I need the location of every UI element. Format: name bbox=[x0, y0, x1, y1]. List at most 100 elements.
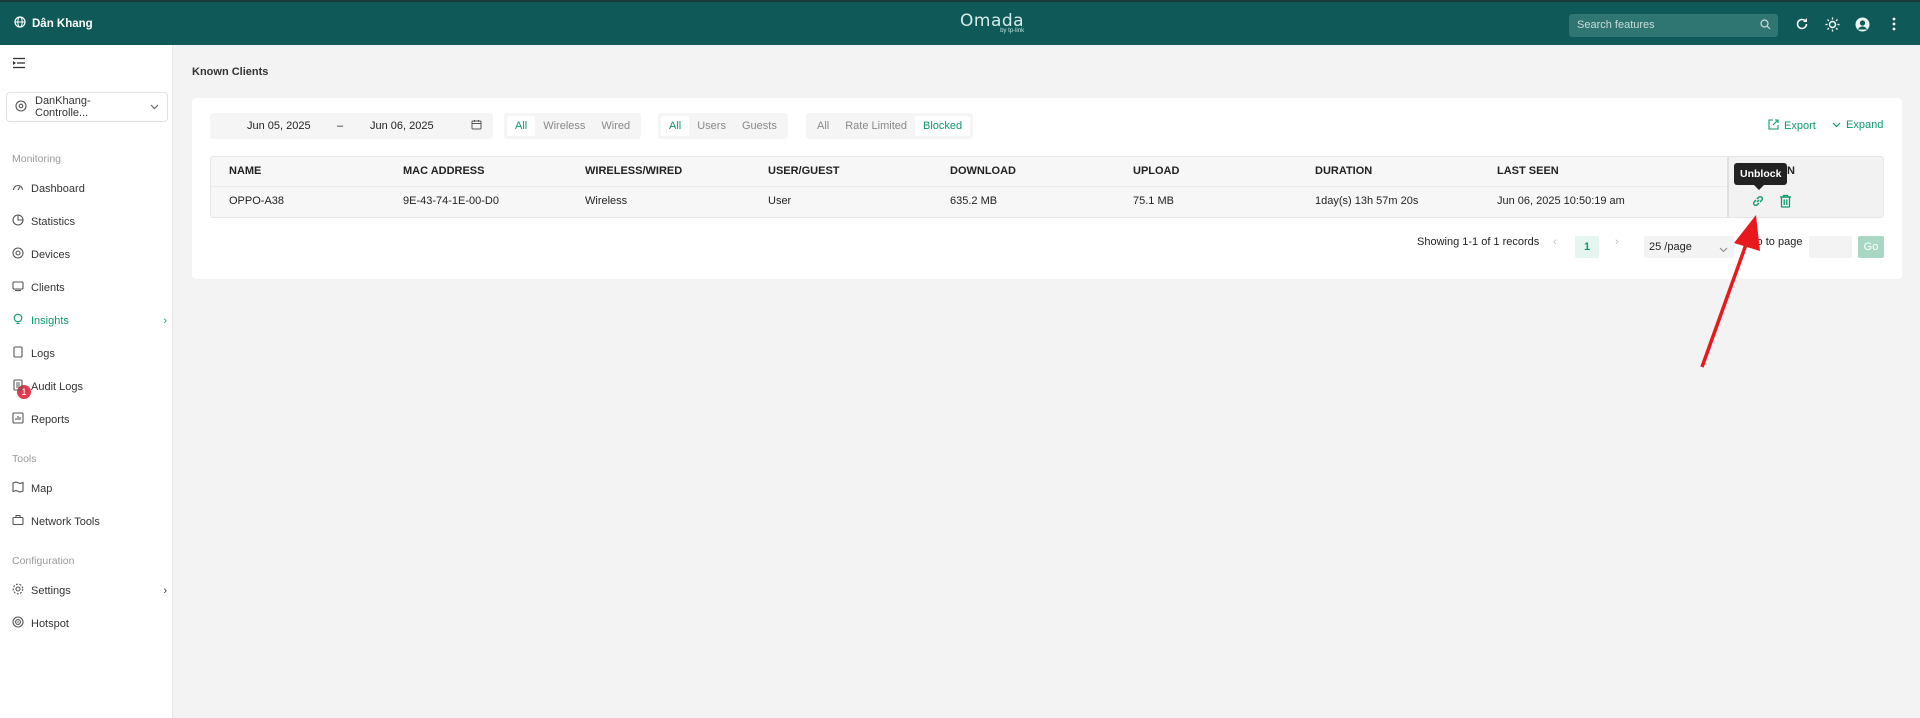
delete-trash-icon[interactable] bbox=[1779, 194, 1792, 211]
nav-devices-label: Devices bbox=[31, 248, 71, 261]
cell-download: 635.2 MB bbox=[950, 195, 998, 207]
refresh-icon[interactable] bbox=[1794, 16, 1810, 32]
section-monitoring: Monitoring bbox=[12, 153, 62, 165]
chevron-right-icon: › bbox=[163, 584, 167, 597]
chevron-down-icon bbox=[1832, 119, 1841, 131]
location-pin-icon bbox=[15, 99, 27, 115]
devices-icon bbox=[12, 247, 24, 262]
controller-name: DanKhang-Controlle... bbox=[35, 95, 91, 119]
nav-audit-logs[interactable]: Audit Logs bbox=[12, 379, 167, 394]
nav-logs[interactable]: Logs bbox=[12, 346, 167, 361]
filter-status-all[interactable]: All bbox=[809, 116, 837, 136]
nav-statistics-label: Statistics bbox=[31, 215, 76, 228]
reports-icon bbox=[12, 412, 24, 427]
top-bar: Dân Khang Omada by tp-link Search featur… bbox=[0, 0, 1920, 45]
expand-label: Expand bbox=[1846, 119, 1884, 131]
known-clients-card: Jun 05, 2025 – Jun 06, 2025 All Wireless… bbox=[192, 98, 1902, 279]
nav-statistics[interactable]: Statistics bbox=[12, 214, 167, 229]
connection-filter: All Wireless Wired bbox=[504, 113, 642, 139]
date-separator: – bbox=[337, 120, 344, 132]
col-download[interactable]: DOWNLOAD bbox=[950, 165, 1016, 177]
cell-upload: 75.1 MB bbox=[1133, 195, 1174, 207]
date-from: Jun 05, 2025 bbox=[247, 120, 311, 132]
search-placeholder: Search features bbox=[1577, 19, 1655, 31]
gear-icon bbox=[12, 583, 24, 598]
nav-map[interactable]: Map bbox=[12, 481, 167, 496]
cell-mac: 9E-43-74-1E-00-D0 bbox=[403, 195, 499, 207]
nav-hotspot[interactable]: Hotspot bbox=[12, 616, 167, 631]
sidebar: DanKhang-Controlle... Monitoring Dashboa… bbox=[0, 45, 173, 718]
filter-status-rate-limited[interactable]: Rate Limited bbox=[837, 116, 915, 136]
nav-settings[interactable]: Settings › bbox=[12, 583, 167, 598]
menu-collapse-icon[interactable] bbox=[12, 57, 26, 72]
status-filter: All Rate Limited Blocked bbox=[806, 113, 974, 139]
search-icon bbox=[1760, 19, 1771, 33]
filter-user-guests[interactable]: Guests bbox=[734, 116, 785, 136]
nav-settings-label: Settings bbox=[31, 584, 71, 597]
cell-user: User bbox=[768, 195, 792, 207]
globe-icon bbox=[14, 16, 26, 31]
col-last-seen[interactable]: LAST SEEN bbox=[1497, 165, 1559, 177]
filter-user-users[interactable]: Users bbox=[689, 116, 734, 136]
nav-dashboard-label: Dashboard bbox=[31, 182, 85, 195]
logs-icon bbox=[12, 346, 24, 361]
nav-network-tools-label: Network Tools bbox=[31, 515, 100, 528]
prev-page-icon[interactable]: ‹ bbox=[1553, 236, 1557, 248]
nav-clients-label: Clients bbox=[31, 281, 65, 294]
col-user[interactable]: USER/GUEST bbox=[768, 165, 840, 177]
site-name: Dân Khang bbox=[32, 17, 93, 30]
nav-reports-label: Reports bbox=[31, 413, 70, 426]
section-configuration: Configuration bbox=[12, 555, 75, 567]
export-icon bbox=[1768, 119, 1779, 133]
date-range-picker[interactable]: Jun 05, 2025 – Jun 06, 2025 bbox=[210, 113, 493, 139]
section-tools: Tools bbox=[12, 453, 37, 465]
controller-selector[interactable]: DanKhang-Controlle... bbox=[6, 92, 168, 122]
site-selector[interactable]: Dân Khang bbox=[14, 16, 93, 31]
statistics-icon bbox=[12, 214, 24, 229]
chevron-right-icon: › bbox=[163, 314, 167, 327]
unblock-link-icon[interactable] bbox=[1751, 194, 1765, 211]
filter-status-blocked[interactable]: Blocked bbox=[915, 116, 971, 136]
lightbulb-icon bbox=[12, 313, 24, 328]
nav-map-label: Map bbox=[31, 482, 53, 495]
chevron-down-icon bbox=[150, 101, 159, 113]
pagination-summary: Showing 1-1 of 1 records bbox=[1417, 236, 1540, 248]
col-upload[interactable]: UPLOAD bbox=[1133, 165, 1179, 177]
filter-user-all[interactable]: All bbox=[661, 116, 690, 136]
expand-button[interactable]: Expand bbox=[1832, 119, 1883, 131]
filter-conn-wireless[interactable]: Wireless bbox=[535, 116, 593, 136]
next-page-icon[interactable]: › bbox=[1615, 236, 1619, 248]
filter-conn-wired[interactable]: Wired bbox=[593, 116, 638, 136]
go-button[interactable]: Go bbox=[1858, 236, 1884, 258]
nav-insights-label: Insights bbox=[31, 314, 69, 327]
col-mac[interactable]: MAC ADDRESS bbox=[403, 165, 485, 177]
theme-sun-icon[interactable] bbox=[1824, 16, 1840, 32]
goto-page-input[interactable] bbox=[1809, 236, 1852, 258]
nav-logs-label: Logs bbox=[31, 347, 55, 360]
nav-clients[interactable]: Clients bbox=[12, 280, 167, 295]
cell-last-seen: Jun 06, 2025 10:50:19 am bbox=[1497, 195, 1625, 207]
date-to: Jun 06, 2025 bbox=[370, 120, 434, 132]
col-duration[interactable]: DURATION bbox=[1315, 165, 1372, 177]
map-icon bbox=[12, 481, 24, 496]
nav-insights[interactable]: Insights › bbox=[12, 313, 167, 328]
nav-reports[interactable]: Reports bbox=[12, 412, 167, 427]
search-input[interactable]: Search features bbox=[1569, 14, 1778, 37]
nav-dashboard[interactable]: Dashboard bbox=[12, 181, 167, 196]
calendar-icon bbox=[471, 119, 482, 133]
more-vertical-icon[interactable] bbox=[1886, 16, 1902, 32]
page-button-current[interactable]: 1 bbox=[1575, 236, 1599, 258]
per-page-value: 25 /page bbox=[1649, 241, 1692, 253]
nav-network-tools[interactable]: Network Tools bbox=[12, 514, 167, 529]
row-divider bbox=[211, 186, 1883, 187]
cell-name: OPPO-A38 bbox=[229, 195, 285, 207]
col-name[interactable]: NAME bbox=[229, 165, 261, 177]
omada-logo: Omada by tp-link bbox=[960, 11, 1024, 34]
export-button[interactable]: Export bbox=[1768, 119, 1816, 133]
clients-table: NAME MAC ADDRESS WIRELESS/WIRED USER/GUE… bbox=[210, 156, 1884, 218]
col-conn[interactable]: WIRELESS/WIRED bbox=[585, 165, 682, 177]
nav-devices[interactable]: Devices bbox=[12, 247, 167, 262]
dashboard-icon bbox=[12, 181, 24, 196]
user-avatar-icon[interactable] bbox=[1854, 16, 1870, 32]
filter-conn-all[interactable]: All bbox=[507, 116, 536, 136]
